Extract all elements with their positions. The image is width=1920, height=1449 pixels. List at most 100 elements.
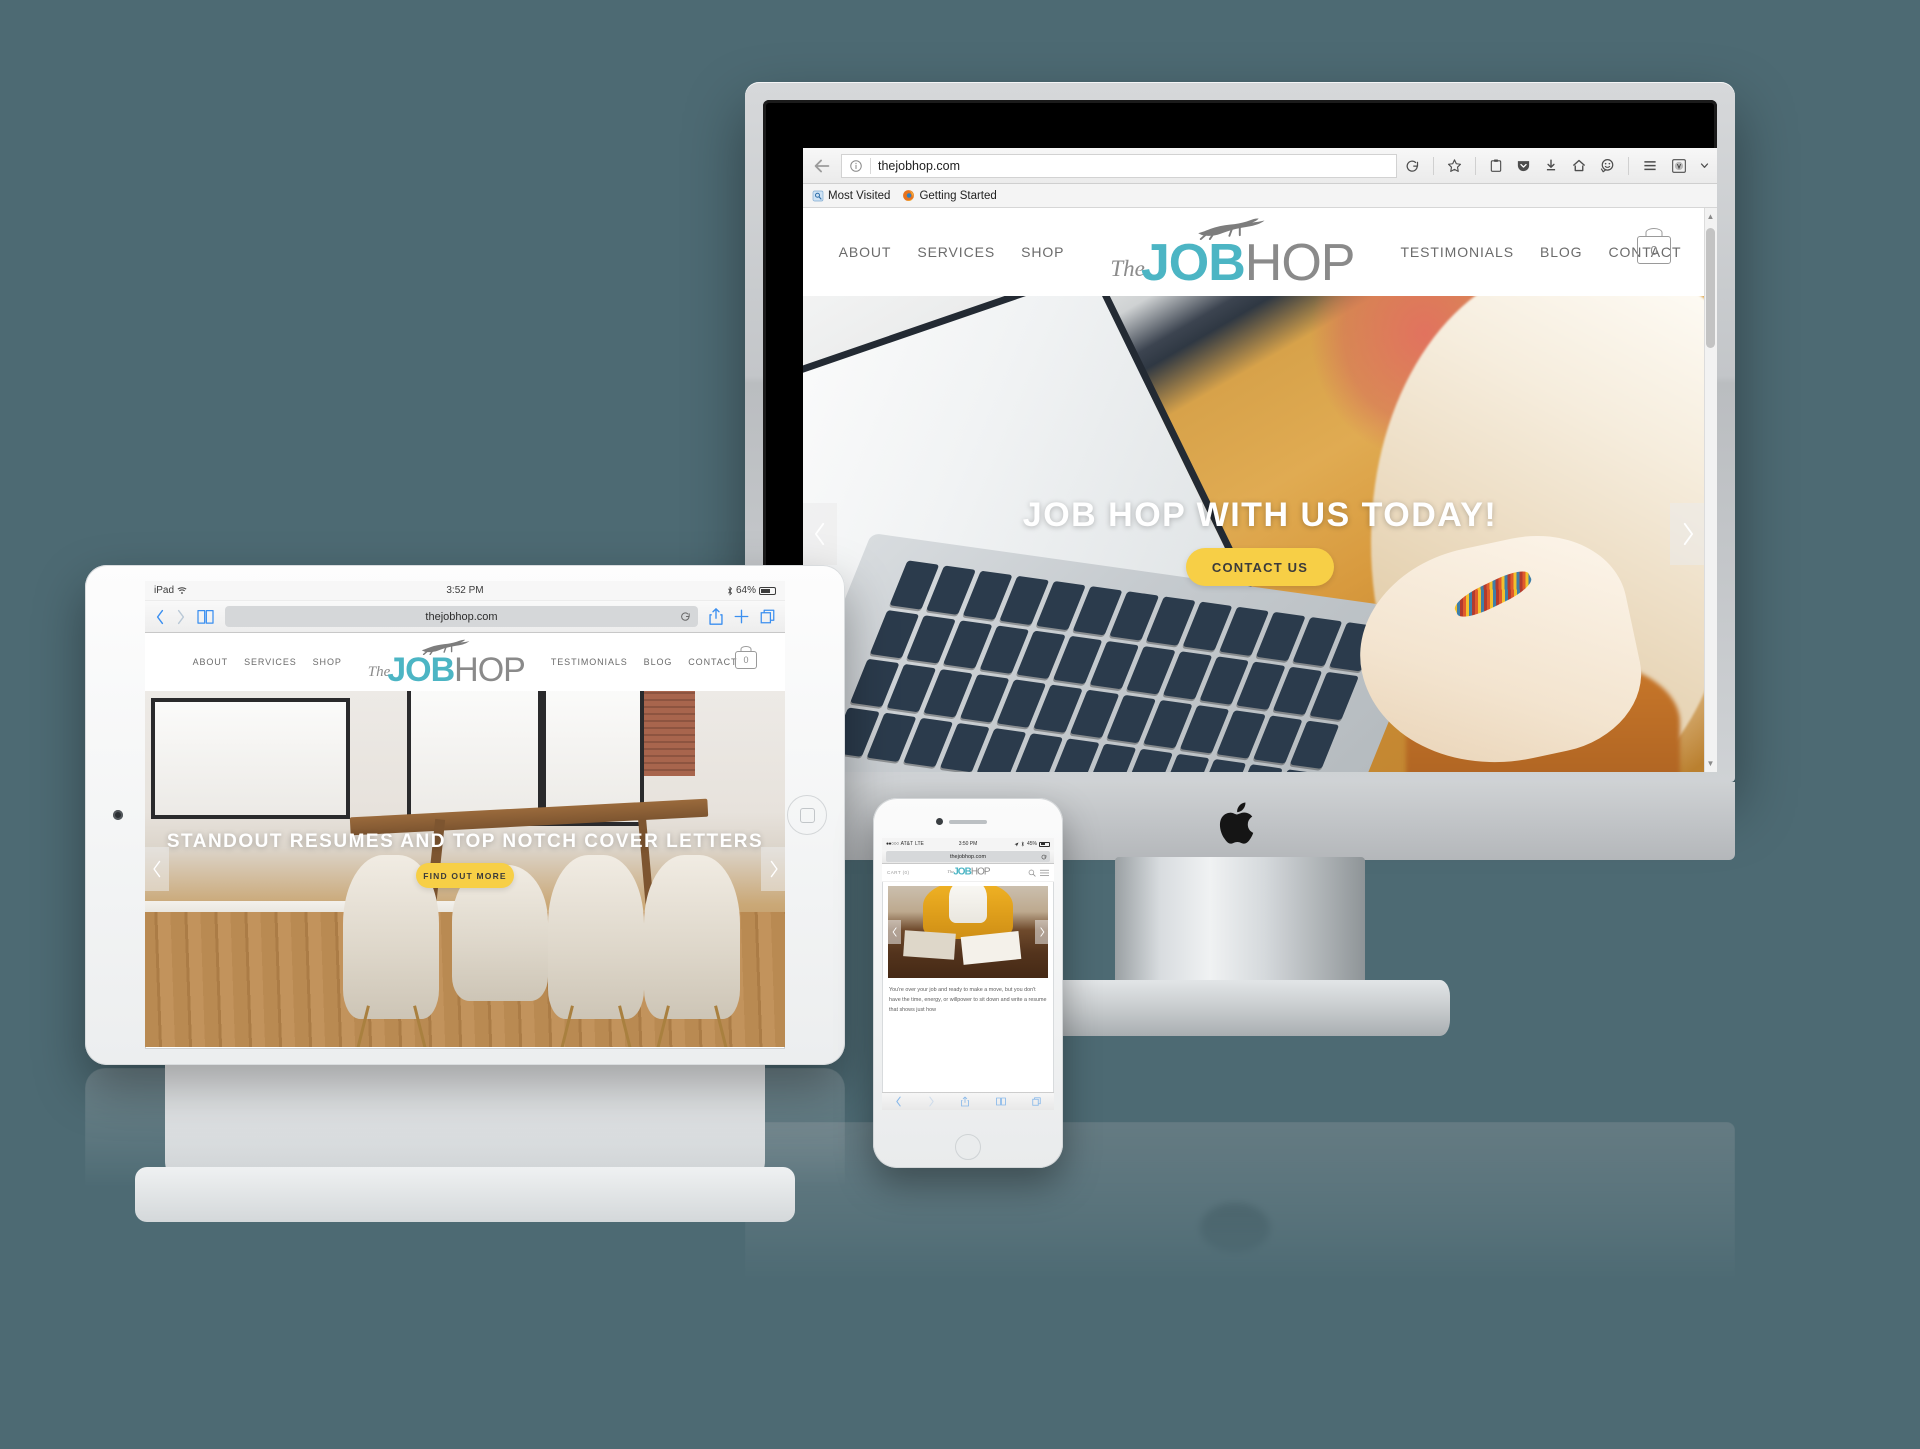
nav-item-testimonials[interactable]: TESTIMONIALS — [1400, 244, 1513, 260]
nav-item-about[interactable]: ABOUT — [839, 244, 892, 260]
hamburger-menu-icon[interactable] — [1040, 869, 1049, 877]
nav-item-shop[interactable]: SHOP — [313, 657, 342, 667]
carousel-next-button[interactable] — [1670, 503, 1704, 565]
most-visited-icon — [812, 190, 824, 201]
logo-job: JOB — [387, 650, 455, 689]
reload-icon[interactable] — [680, 611, 691, 622]
downloads-icon[interactable] — [1544, 158, 1558, 173]
bookmark-most-visited[interactable]: Most Visited — [812, 190, 890, 202]
nav-item-testimonials[interactable]: TESTIMONIALS — [551, 657, 628, 667]
iphone-home-button[interactable] — [955, 1134, 981, 1160]
nav-item-blog[interactable]: BLOG — [644, 657, 673, 667]
cart-button[interactable]: 0 — [1637, 228, 1671, 264]
primary-nav-left: ABOUT SERVICES SHOP — [839, 244, 1065, 260]
bookmark-star-icon[interactable] — [1447, 158, 1462, 173]
book-icon[interactable] — [197, 609, 214, 624]
pocket-icon[interactable] — [1516, 158, 1531, 173]
hero-cta-button[interactable]: FIND OUT MORE — [416, 863, 514, 888]
reload-icon[interactable] — [1405, 158, 1420, 173]
nav-item-contact[interactable]: CONTACT — [688, 657, 737, 667]
ios-status-bar: ●●○○○ AT&T LTE 3:50 PM 45% — [882, 838, 1054, 850]
chevron-left-icon[interactable] — [895, 1096, 902, 1107]
nav-item-services[interactable]: SERVICES — [244, 657, 297, 667]
logo-hop: HOP — [1244, 234, 1356, 293]
cart-link[interactable]: CART (0) — [887, 870, 909, 875]
profile-avatar-icon[interactable] — [1671, 158, 1687, 174]
carousel-prev-button[interactable] — [145, 847, 169, 891]
carousel-next-button[interactable] — [761, 847, 785, 891]
logo-the: The — [1110, 255, 1145, 281]
ipad-home-button[interactable] — [787, 795, 827, 835]
safari-toolbar: thejobhop.com — [145, 601, 785, 633]
toolbar-divider — [1475, 156, 1476, 175]
imac-screen: thejobhop.com Most Visited Getting Start… — [763, 100, 1717, 772]
bookmark-getting-started[interactable]: Getting Started — [902, 189, 997, 202]
search-icon[interactable] — [1028, 869, 1036, 877]
iphone-front-camera — [936, 818, 943, 825]
reload-icon[interactable] — [1041, 854, 1047, 860]
nav-item-blog[interactable]: BLOG — [1540, 244, 1583, 260]
chevron-left-icon — [892, 927, 897, 937]
share-icon[interactable] — [961, 1096, 970, 1107]
imac-device: thejobhop.com Most Visited Getting Start… — [745, 82, 1735, 1036]
nav-item-shop[interactable]: SHOP — [1021, 244, 1064, 260]
url-text: thejobhop.com — [949, 853, 987, 860]
bookmarks-bar: Most Visited Getting Started — [803, 184, 1717, 208]
chevron-down-icon[interactable] — [1700, 161, 1709, 170]
smiley-icon[interactable] — [1600, 158, 1615, 173]
site-header: ABOUT SERVICES SHOP The JOB HOP TESTIMON… — [803, 208, 1717, 296]
ipad-screen: iPad 3:52 PM 64% thejobhop.com ABOUT SER… — [145, 581, 785, 1049]
carousel-prev-button[interactable] — [803, 503, 837, 565]
site-header: ABOUT SERVICES SHOP The JOB HOP TESTIMON… — [145, 633, 785, 691]
chevron-right-icon — [1039, 927, 1044, 937]
bookmark-label: Most Visited — [828, 189, 891, 202]
nav-item-about[interactable]: ABOUT — [193, 657, 229, 667]
chevron-left-icon — [152, 860, 160, 878]
firefox-icon — [903, 190, 915, 201]
carousel-prev-button[interactable] — [888, 920, 901, 944]
carousel-next-button[interactable] — [1035, 920, 1048, 944]
chevron-left-icon[interactable] — [155, 609, 165, 625]
hero-title: JOB HOP WITH US TODAY! — [1022, 496, 1498, 534]
logo-job: JOB — [1140, 234, 1246, 293]
page-viewport: ABOUT SERVICES SHOP The JOB HOP TESTIMON… — [803, 208, 1717, 772]
site-header: CART (0) The JOB HOP — [882, 864, 1054, 882]
home-icon[interactable] — [1571, 158, 1587, 173]
ipad-stand-foot — [135, 1167, 795, 1222]
share-icon[interactable] — [709, 608, 723, 625]
imac-stand-foot — [1030, 980, 1450, 1036]
logo-job: JOB — [953, 867, 972, 878]
firefox-window: thejobhop.com Most Visited Getting Start… — [803, 148, 1717, 772]
page-scrollbar[interactable]: ▲ ▼ — [1704, 208, 1717, 772]
cart-button[interactable]: 0 — [735, 646, 757, 669]
safari-address-bar[interactable]: thejobhop.com — [225, 606, 698, 627]
address-bar[interactable]: thejobhop.com — [841, 153, 1397, 178]
nav-item-services[interactable]: SERVICES — [917, 244, 995, 260]
book-icon[interactable] — [995, 1097, 1006, 1106]
hamburger-menu-icon[interactable] — [1642, 158, 1658, 173]
chevron-right-icon[interactable] — [928, 1096, 935, 1107]
reader-clipboard-icon[interactable] — [1489, 158, 1503, 173]
site-logo[interactable]: The JOB HOP — [948, 867, 991, 878]
tabs-icon[interactable] — [1032, 1097, 1041, 1106]
primary-nav-right: TESTIMONIALS BLOG CONTACT — [551, 657, 738, 667]
imac-stand-neck — [1115, 857, 1365, 997]
chevron-right-icon[interactable] — [176, 609, 186, 625]
site-logo[interactable]: The JOB HOP — [368, 638, 526, 689]
status-time: 3:50 PM — [958, 841, 978, 847]
iphone-screen: ●●○○○ AT&T LTE 3:50 PM 45% thejobhop.com… — [882, 838, 1054, 1110]
scroll-down-arrow[interactable]: ▼ — [1706, 759, 1715, 768]
safari-address-bar[interactable]: thejobhop.com — [886, 851, 1050, 862]
scroll-up-arrow[interactable]: ▲ — [1706, 212, 1715, 221]
hero-image-phone — [888, 886, 1048, 978]
bookmark-label: Getting Started — [919, 189, 997, 202]
site-logo[interactable]: The JOB HOP — [1110, 216, 1356, 293]
back-arrow-icon[interactable] — [811, 155, 833, 177]
plus-icon[interactable] — [734, 609, 749, 624]
hero-cta-button[interactable]: CONTACT US — [1186, 548, 1334, 586]
tabs-icon[interactable] — [760, 609, 775, 624]
scrollbar-thumb[interactable] — [1706, 228, 1715, 348]
page-info-icon[interactable] — [849, 159, 863, 173]
hero-carousel: JOB HOP WITH US TODAY! CONTACT US — [803, 296, 1717, 772]
chevron-right-icon — [1683, 522, 1693, 546]
